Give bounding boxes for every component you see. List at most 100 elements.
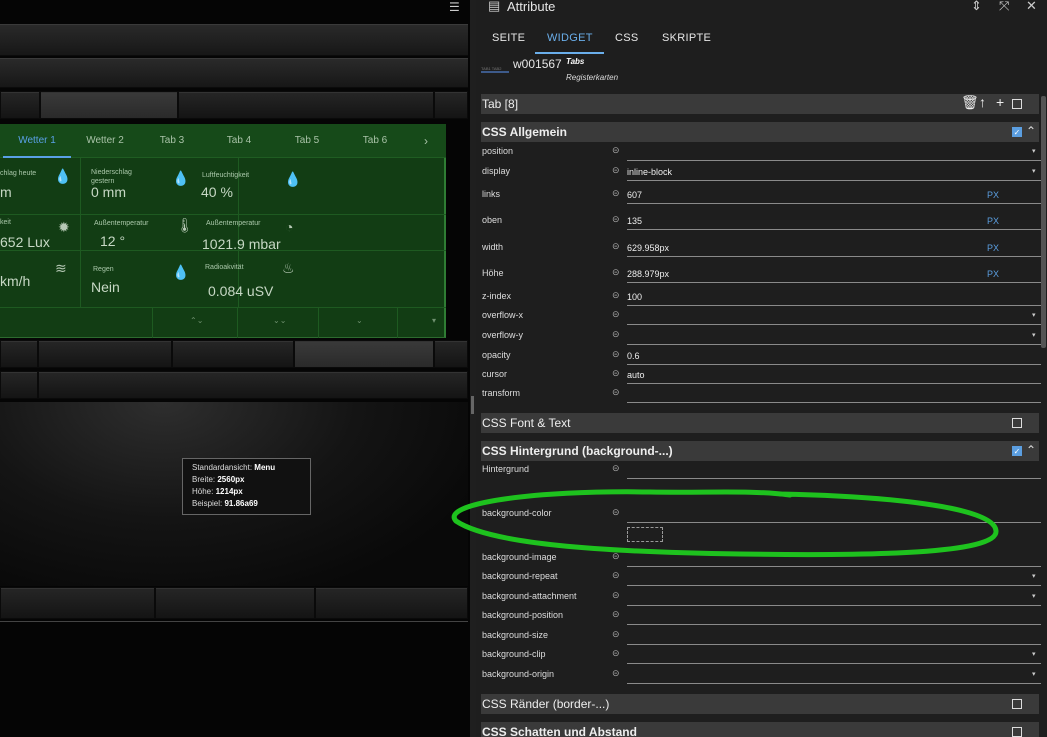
dropdown-caret-icon[interactable]: ▾ (1032, 592, 1036, 600)
list-icon: ▤ (488, 0, 501, 13)
dropdown-caret-icon[interactable]: ▾ (1032, 311, 1036, 319)
view-canvas[interactable]: ☰ Wetter 1 Wetter 2 Tab 3 Tab 4 Tab 5 Ta… (0, 0, 470, 737)
group-css-allgemein[interactable]: CSS Allgemein ✓ ⌃ (481, 122, 1039, 142)
add-icon[interactable]: + (996, 94, 1004, 110)
unit-toggle[interactable]: PX (987, 269, 999, 279)
css-value-input[interactable] (627, 288, 1041, 306)
tab-widget[interactable]: WIDGET (547, 32, 593, 44)
sun-icon: ✹ (58, 219, 70, 235)
css-value-input[interactable] (627, 588, 1041, 606)
css-value-input[interactable] (627, 265, 1041, 283)
canvas-cell (172, 340, 294, 368)
group-css-hintergrund[interactable]: CSS Hintergrund (background-...) ✓ ⌃ (481, 441, 1039, 461)
editor-root: ☰ Wetter 1 Wetter 2 Tab 3 Tab 4 Tab 5 Ta… (0, 0, 1047, 737)
wind-icon: ≋ (55, 260, 67, 276)
dropdown-caret-icon[interactable]: ▾ (1032, 147, 1036, 155)
splitter-handle[interactable] (471, 396, 474, 414)
tab-3[interactable]: Tab 3 (139, 124, 205, 158)
group-css-font[interactable]: CSS Font & Text (481, 413, 1039, 433)
link-icon[interactable]: ⊝ (612, 648, 620, 659)
css-value-input[interactable] (627, 347, 1041, 365)
tab-css[interactable]: CSS (615, 32, 639, 44)
close-icon[interactable]: ✕ (1026, 0, 1037, 14)
link-icon[interactable]: ⊝ (612, 214, 620, 225)
link-icon[interactable]: ⊝ (612, 668, 620, 679)
css-value-input[interactable] (627, 461, 1041, 479)
group-css-shadow[interactable]: CSS Schatten und Abstand (481, 722, 1039, 737)
chevron-down-icon: ⌄⌄ (273, 316, 287, 325)
css-value-input[interactable] (627, 327, 1041, 345)
css-value-input[interactable] (627, 186, 1041, 204)
expand-all-icon[interactable]: ⇕ (971, 0, 982, 14)
dropdown-caret-icon[interactable]: ▾ (1032, 572, 1036, 580)
css-value-input[interactable] (627, 366, 1041, 384)
checkbox[interactable] (1012, 727, 1022, 737)
tab-wetter-1[interactable]: Wetter 1 (3, 124, 71, 158)
link-icon[interactable]: ⊝ (612, 590, 620, 601)
css-value-input[interactable] (627, 568, 1041, 586)
link-icon[interactable]: ⊝ (612, 570, 620, 581)
checkbox-checked[interactable]: ✓ (1012, 446, 1022, 456)
checkbox[interactable] (1012, 99, 1022, 109)
link-icon[interactable]: ⊝ (612, 349, 620, 360)
css-row-hintergrund: Hintergrund ⊝ (481, 461, 1041, 480)
css-property-label: background-clip (482, 649, 546, 659)
link-icon[interactable]: ⊝ (612, 463, 620, 474)
tab-wetter-2[interactable]: Wetter 2 (71, 124, 139, 158)
widget-type: Tabs (566, 57, 585, 66)
link-icon[interactable]: ⊝ (612, 368, 620, 379)
link-icon[interactable]: ⊝ (612, 309, 620, 320)
checkbox[interactable] (1012, 699, 1022, 709)
link-icon[interactable]: ⊝ (612, 267, 620, 278)
link-icon[interactable]: ⊝ (612, 629, 620, 640)
link-icon[interactable]: ⊝ (612, 609, 620, 620)
dropdown-caret-icon[interactable]: ▾ (1032, 670, 1036, 678)
group-css-border[interactable]: CSS Ränder (border-...) (481, 694, 1039, 714)
css-value-input[interactable] (627, 307, 1041, 325)
tab-5[interactable]: Tab 5 (273, 124, 341, 158)
chevron-up-icon[interactable]: ⌃ (1026, 443, 1036, 457)
tab-skripte[interactable]: SKRIPTE (662, 32, 711, 44)
link-icon[interactable]: ⊝ (612, 290, 620, 301)
canvas-band (0, 58, 468, 88)
css-row-overflow-y: overflow-y ⊝ ▾ (481, 327, 1041, 346)
link-icon[interactable]: ⊝ (612, 165, 620, 176)
tab-4[interactable]: Tab 4 (205, 124, 273, 158)
css-value-input[interactable] (627, 143, 1041, 161)
chevron-up-icon[interactable]: ⌃ (1026, 124, 1036, 138)
cell-value: Nein (91, 279, 120, 295)
css-value-input[interactable] (627, 163, 1041, 181)
group-tab[interactable]: Tab [8] 🗑 ↑ + (481, 94, 1039, 114)
unit-toggle[interactable]: PX (987, 216, 999, 226)
css-value-input[interactable] (627, 239, 1041, 257)
dropdown-caret-icon[interactable]: ▾ (1032, 167, 1036, 175)
tabs-widget[interactable]: Wetter 1 Wetter 2 Tab 3 Tab 4 Tab 5 Tab … (0, 124, 446, 338)
css-value-input[interactable] (627, 627, 1041, 645)
css-value-input[interactable] (627, 212, 1041, 230)
css-value-input[interactable] (627, 666, 1041, 684)
css-value-input[interactable] (627, 385, 1041, 403)
dropdown-caret-icon[interactable]: ▾ (1032, 331, 1036, 339)
checkbox[interactable] (1012, 418, 1022, 428)
link-icon[interactable]: ⊝ (612, 387, 620, 398)
checkbox-checked[interactable]: ✓ (1012, 127, 1022, 137)
tab-seite[interactable]: SEITE (492, 32, 525, 44)
delete-icon[interactable]: 🗑 (961, 94, 979, 111)
link-icon[interactable]: ⊝ (612, 188, 620, 199)
unit-toggle[interactable]: PX (987, 243, 999, 253)
css-property-label: z-index (482, 291, 512, 301)
link-icon[interactable]: ⊝ (612, 329, 620, 340)
dropdown-caret-icon[interactable]: ▾ (1032, 650, 1036, 658)
arrow-up-icon[interactable]: ↑ (979, 94, 986, 110)
collapse-all-icon[interactable]: ⤧ (999, 0, 1009, 14)
css-value-input[interactable] (627, 607, 1041, 625)
unit-toggle[interactable]: PX (987, 190, 999, 200)
tooltip-value: 91.86a69 (224, 499, 258, 508)
tab-scroll-right-icon[interactable]: › (424, 124, 428, 158)
tab-6[interactable]: Tab 6 (341, 124, 409, 158)
link-icon[interactable]: ⊝ (612, 241, 620, 252)
css-value-input[interactable] (627, 646, 1041, 664)
link-icon[interactable]: ⊝ (612, 145, 620, 156)
panel-scrollbar[interactable] (1041, 96, 1046, 348)
menu-icon[interactable]: ☰ (449, 0, 463, 14)
